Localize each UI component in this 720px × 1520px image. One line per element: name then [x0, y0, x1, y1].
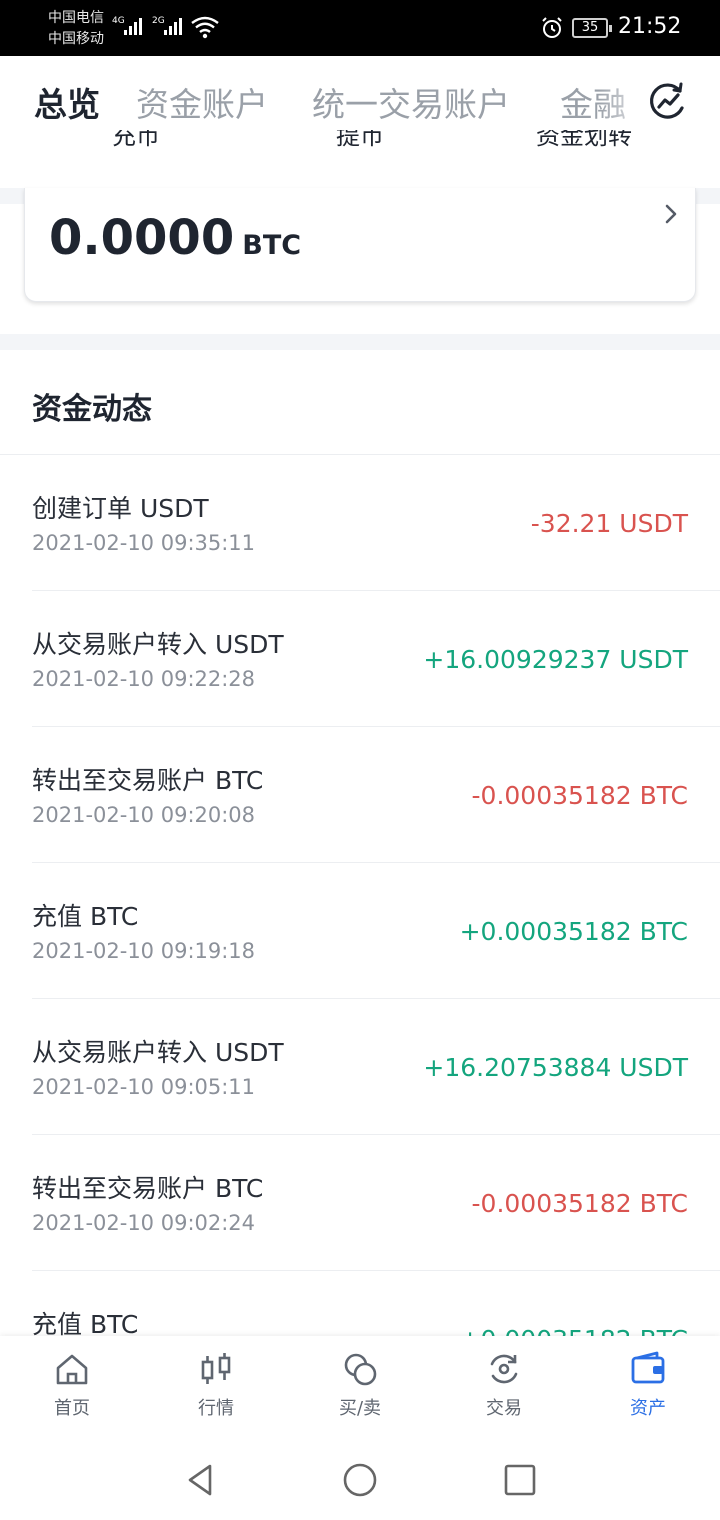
tab-unified-trading-account[interactable]: 统一交易账户: [312, 78, 510, 126]
record-row[interactable]: 创建订单 USDT 2021-02-10 09:35:11 -32.21 USDT: [0, 455, 720, 591]
record-amount: +0.00035182 BTC: [459, 917, 688, 946]
withdraw-action[interactable]: 提币: [336, 130, 384, 151]
record-time: 2021-02-10 09:35:11: [32, 531, 256, 555]
alarm-icon: [542, 17, 562, 38]
record-amount: -32.21 USDT: [530, 509, 688, 538]
nav-buy-sell-label: 买/卖: [338, 1398, 382, 1419]
section-title: 资金动态: [32, 392, 152, 427]
record-amount: -0.00035182 BTC: [471, 781, 688, 810]
network-type-2: 2G: [152, 16, 165, 26]
signal-2-icon: [164, 18, 182, 35]
nav-assets-label: 资产: [630, 1398, 666, 1419]
wifi-icon: [191, 16, 219, 39]
balance-unit: BTC: [242, 230, 302, 261]
balance-card[interactable]: 0.0000 BTC: [24, 188, 696, 302]
record-time: 2021-02-10 09:02:24: [32, 1211, 256, 1235]
coins-icon: [344, 1353, 377, 1386]
separator: [0, 334, 720, 350]
home-circle-icon[interactable]: [342, 1462, 378, 1498]
carrier-info: 中国电信 中国移动: [48, 8, 104, 50]
nav-trade[interactable]: 交易: [454, 1350, 554, 1420]
carrier-2: 中国移动: [48, 31, 104, 47]
record-label: 转出至交易账户 BTC: [32, 1174, 264, 1203]
status-bar: 中国电信 中国移动 4G 2G 35 21:52: [0, 0, 720, 56]
nav-buy-sell[interactable]: 买/卖: [310, 1350, 410, 1420]
record-row[interactable]: 转出至交易账户 BTC 2021-02-10 09:20:08 -0.0003518…: [0, 727, 720, 863]
deposit-action[interactable]: 充币: [112, 130, 160, 151]
record-label: 创建订单 USDT: [32, 494, 209, 523]
exchange-icon: [490, 1354, 518, 1384]
wallet-icon: [631, 1351, 665, 1384]
chevron-right-icon[interactable]: [661, 202, 683, 226]
total-balance: 0.0000 BTC: [49, 210, 301, 266]
nav-home[interactable]: 首页: [22, 1350, 122, 1420]
record-time: 2021-02-10 09:22:28: [32, 667, 256, 691]
transfer-action[interactable]: 资金划转: [536, 130, 632, 151]
nav-market-label: 行情: [198, 1398, 234, 1419]
record-label: 从交易账户转入 USDT: [32, 1038, 284, 1067]
nav-assets[interactable]: 资产: [598, 1350, 698, 1420]
clock: 21:52: [618, 14, 682, 39]
nav-trade-label: 交易: [486, 1398, 522, 1419]
carrier-1: 中国电信: [48, 10, 104, 26]
record-time: 2021-02-10 09:19:18: [32, 939, 256, 963]
balance-value: 0.0000: [49, 210, 235, 266]
record-time: 2021-02-10 09:20:08: [32, 803, 256, 827]
home-icon: [56, 1354, 88, 1385]
nav-home-label: 首页: [54, 1398, 90, 1419]
record-label: 转出至交易账户 BTC: [32, 766, 264, 795]
record-label: 充值 BTC: [32, 902, 139, 931]
tab-funding-account[interactable]: 资金账户: [136, 78, 268, 126]
record-row[interactable]: 充值 BTC 2021-02-10 09:19:18 +0.00035182 BTC: [0, 863, 720, 999]
nav-market[interactable]: 行情: [166, 1350, 266, 1420]
network-type-1: 4G: [112, 16, 125, 26]
candlestick-icon: [201, 1353, 231, 1384]
quick-actions: 充币 提币 资金划转: [0, 130, 720, 158]
trend-chart-icon[interactable]: [648, 82, 688, 122]
record-label: 从交易账户转入 USDT: [32, 630, 284, 659]
system-nav: [0, 1440, 720, 1520]
record-row[interactable]: 转出至交易账户 BTC 2021-02-10 09:02:24 -0.0003518…: [0, 1135, 720, 1271]
battery-icon: 35: [572, 18, 612, 38]
back-icon[interactable]: [182, 1462, 218, 1498]
signal-1-icon: [124, 18, 142, 35]
record-amount: -0.00035182 BTC: [471, 1189, 688, 1218]
recents-icon[interactable]: [502, 1462, 538, 1498]
tab-overview[interactable]: 总览: [34, 78, 100, 126]
bottom-nav: 首页 行情 买/卖 交易 资产: [0, 1336, 720, 1440]
record-time: 2021-02-10 09:05:11: [32, 1075, 256, 1099]
record-amount: +16.00929237 USDT: [423, 645, 688, 674]
record-row[interactable]: 从交易账户转入 USDT 2021-02-10 09:05:11 +16.20753…: [0, 999, 720, 1135]
record-amount: +16.20753884 USDT: [423, 1053, 688, 1082]
record-row[interactable]: 从交易账户转入 USDT 2021-02-10 09:22:28 +16.00929…: [0, 591, 720, 727]
